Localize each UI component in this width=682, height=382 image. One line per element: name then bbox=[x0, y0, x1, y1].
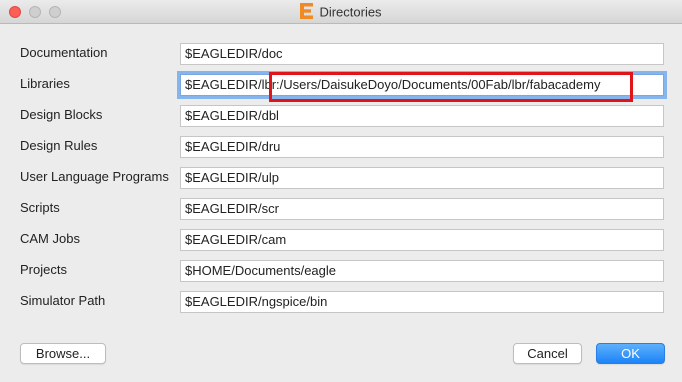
window-title: Directories bbox=[319, 4, 382, 20]
ok-button[interactable]: OK bbox=[596, 343, 665, 364]
documentation-label: Documentation bbox=[20, 45, 108, 60]
libraries-path-field[interactable]: $EAGLEDIR/lbr:/Users/DaisukeDoyo/Documen… bbox=[180, 74, 664, 96]
design-rules-label: Design Rules bbox=[20, 138, 98, 153]
scripts-path-field[interactable]: $EAGLEDIR/scr bbox=[180, 198, 664, 220]
cam-jobs-label: CAM Jobs bbox=[20, 231, 80, 246]
libraries-label: Libraries bbox=[20, 76, 70, 91]
scripts-label: Scripts bbox=[20, 200, 60, 215]
browse-button[interactable]: Browse... bbox=[20, 343, 106, 364]
title-bar[interactable]: Directories bbox=[0, 0, 682, 24]
eagle-app-icon bbox=[300, 3, 314, 20]
documentation-path-field[interactable]: $EAGLEDIR/doc bbox=[180, 43, 664, 65]
user-language-programs-path-field[interactable]: $EAGLEDIR/ulp bbox=[180, 167, 664, 189]
title-wrap: Directories bbox=[0, 0, 682, 24]
design-blocks-path-field[interactable]: $EAGLEDIR/dbl bbox=[180, 105, 664, 127]
simulator-path-field[interactable]: $EAGLEDIR/ngspice/bin bbox=[180, 291, 664, 313]
directories-dialog: Directories Documentation $EAGLEDIR/doc … bbox=[0, 0, 682, 382]
projects-label: Projects bbox=[20, 262, 67, 277]
user-language-programs-label: User Language Programs bbox=[20, 169, 169, 184]
cancel-button[interactable]: Cancel bbox=[513, 343, 582, 364]
simulator-path-label: Simulator Path bbox=[20, 293, 106, 308]
cam-jobs-path-field[interactable]: $EAGLEDIR/cam bbox=[180, 229, 664, 251]
projects-path-field[interactable]: $HOME/Documents/eagle bbox=[180, 260, 664, 282]
design-rules-path-field[interactable]: $EAGLEDIR/dru bbox=[180, 136, 664, 158]
design-blocks-label: Design Blocks bbox=[20, 107, 103, 122]
